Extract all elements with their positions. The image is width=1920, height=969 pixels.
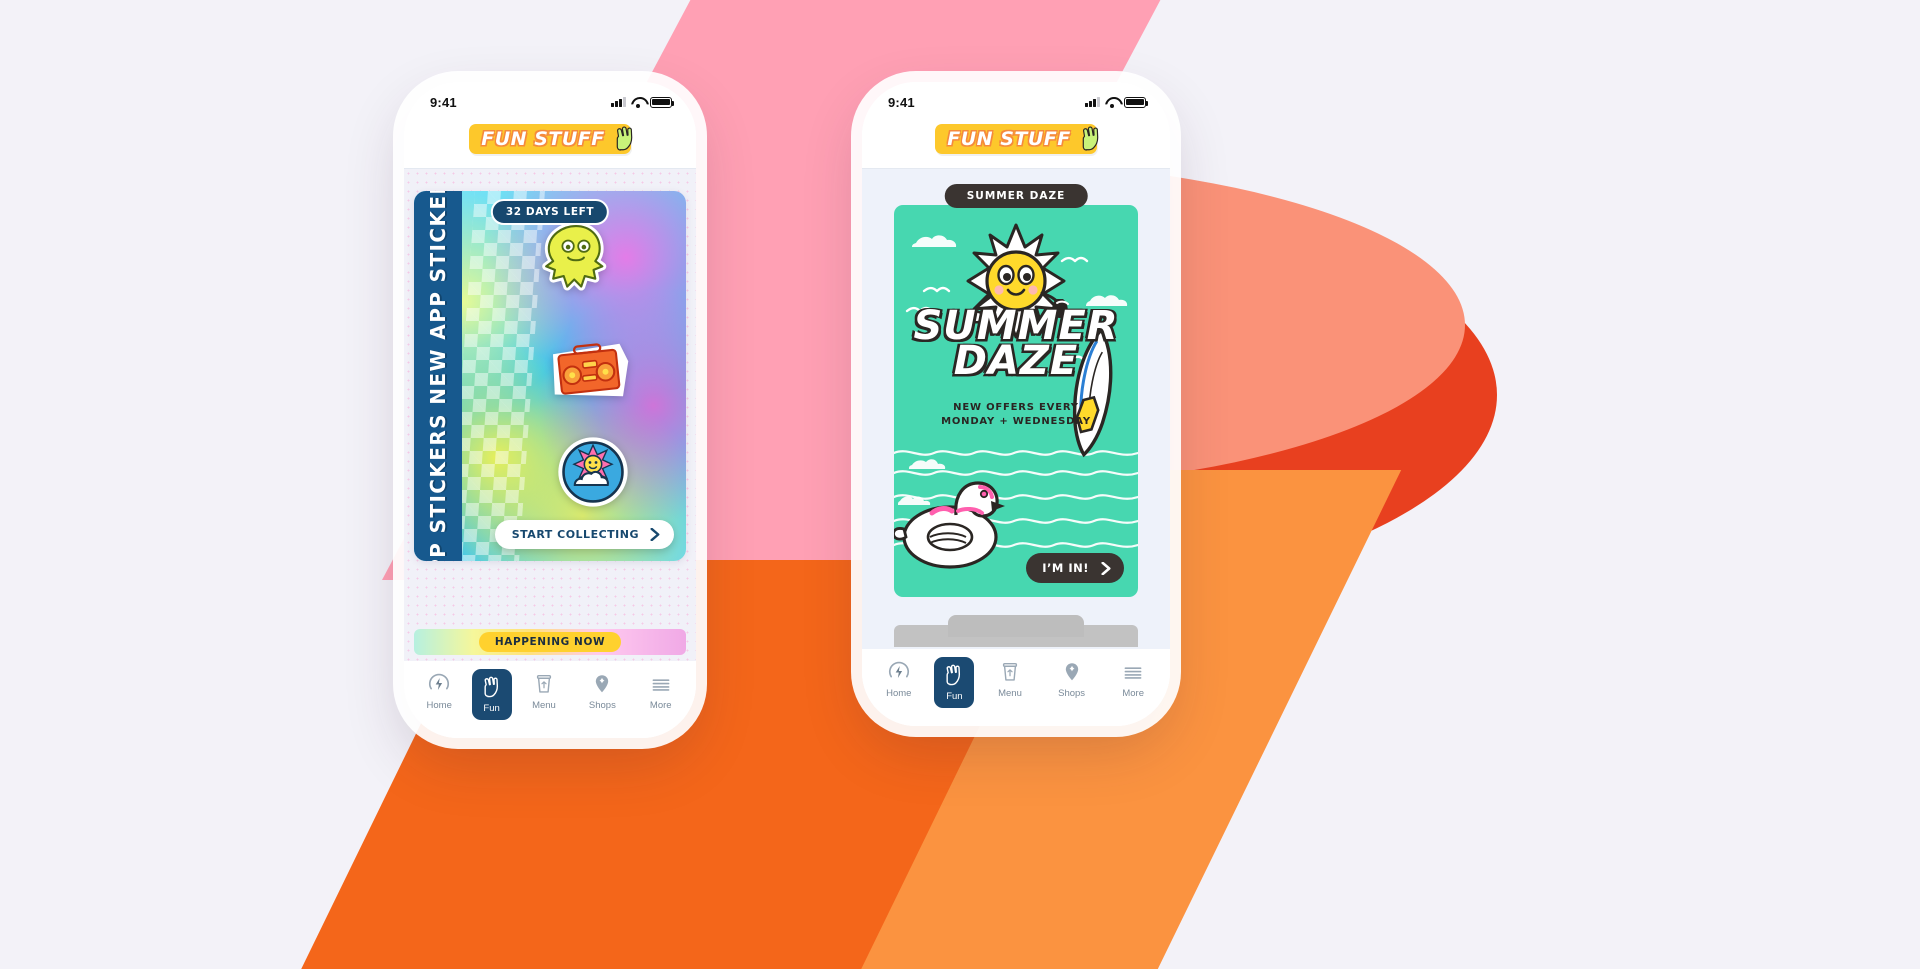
home-indicator-right — [862, 708, 1170, 726]
start-collecting-label: START COLLECTING — [511, 528, 639, 541]
days-left-badge: 32 DAYS LEFT — [490, 199, 610, 225]
happening-now-strip[interactable]: HAPPENING NOW — [414, 629, 686, 655]
tabbar-right: Home Fun Menu Shops More — [862, 649, 1170, 708]
hamburger-lines-icon — [648, 671, 674, 697]
status-time: 9:41 — [430, 94, 457, 110]
summer-daze-subtitle: NEW OFFERS EVERY MONDAY + WEDNESDAY — [894, 401, 1138, 428]
tab-shops[interactable]: Shops — [576, 669, 628, 711]
sun-cloud-sticker — [558, 437, 628, 507]
status-bar-right: 9:41 — [862, 82, 1170, 116]
tab-home[interactable]: Home — [873, 657, 925, 699]
app-header-left: FUN STUFF — [404, 116, 696, 168]
tab-home-label: Home — [426, 700, 452, 711]
tab-home-label: Home — [886, 688, 912, 699]
tab-fun-label: Fun — [483, 703, 500, 714]
chevron-right-icon — [1101, 561, 1111, 575]
logo-text: FUN STUFF — [947, 128, 1071, 150]
marquee-text: APP STICKERS NEW APP STICKERS — [426, 191, 450, 561]
tab-home[interactable]: Home — [413, 669, 465, 711]
cloud-icon — [909, 459, 946, 469]
tab-fun-label: Fun — [946, 691, 963, 702]
seagull-icon — [922, 286, 951, 293]
battery-icon — [650, 96, 675, 108]
phone-mockup-left: 9:41 FUN STUFF APP STICKERS NEW APP STIC… — [404, 82, 696, 738]
summer-daze-badge: SUMMER DAZE — [944, 184, 1088, 208]
boombox-sticker — [553, 343, 629, 397]
coffee-cup-icon — [531, 671, 557, 697]
wifi-icon — [631, 97, 645, 108]
placeholder-card-front[interactable] — [948, 615, 1084, 637]
summer-daze-subtitle-line1: NEW OFFERS EVERY — [953, 402, 1079, 413]
status-icons — [611, 96, 675, 108]
fun-stuff-logo[interactable]: FUN STUFF — [935, 124, 1099, 154]
logo-text: FUN STUFF — [481, 128, 605, 150]
tab-shops-label: Shops — [588, 700, 616, 711]
wave-icon — [894, 450, 1138, 456]
lightning-bolt-icon — [426, 671, 452, 697]
peace-hand-icon — [616, 126, 633, 151]
app-body-right: SUMMER DAZE NEW OFFERS EVERY MONDAY + WE… — [862, 169, 1170, 649]
cloud-icon — [1086, 295, 1128, 306]
status-icons — [1085, 96, 1149, 108]
tab-more[interactable]: More — [1107, 657, 1159, 699]
smiley-character-sticker — [542, 222, 607, 291]
seagull-icon — [1060, 355, 1085, 361]
tab-menu-label: Menu — [532, 700, 556, 711]
tab-more-label: More — [649, 700, 672, 711]
map-pin-icon — [1059, 659, 1085, 685]
cloud-icon — [912, 235, 957, 247]
tab-more[interactable]: More — [635, 669, 687, 711]
tabbar-left: Home Fun Menu Shops More — [404, 661, 696, 720]
tab-menu[interactable]: Menu — [518, 669, 570, 711]
peace-hand-icon — [1082, 126, 1099, 151]
app-stickers-promo-card[interactable]: APP STICKERS NEW APP STICKERS 32 DAYS LE… — [414, 191, 686, 561]
marquee-band: APP STICKERS NEW APP STICKERS — [414, 191, 462, 561]
wave-icon — [894, 494, 1138, 500]
phone-right-screen: 9:41 FUN STUFF SUMMER DAZE NEW OFFERS EV… — [862, 82, 1170, 726]
chevron-right-icon — [650, 528, 660, 541]
battery-icon — [1124, 96, 1149, 108]
tab-menu-label: Menu — [998, 688, 1022, 699]
phone-left-screen: 9:41 FUN STUFF APP STICKERS NEW APP STIC… — [404, 82, 696, 738]
cellular-signal-icon — [611, 97, 626, 107]
app-header-right: FUN STUFF — [862, 116, 1170, 168]
im-in-button[interactable]: I’M IN! — [1026, 553, 1124, 583]
app-body-left: APP STICKERS NEW APP STICKERS 32 DAYS LE… — [404, 169, 696, 661]
tab-fun[interactable]: Fun — [934, 657, 975, 708]
fun-stuff-logo[interactable]: FUN STUFF — [469, 124, 633, 154]
peace-hand-icon — [941, 662, 967, 688]
tab-fun[interactable]: Fun — [471, 669, 512, 720]
hamburger-lines-icon — [1120, 659, 1146, 685]
summer-daze-subtitle-line2: MONDAY + WEDNESDAY — [941, 415, 1091, 427]
seagull-icon — [905, 306, 934, 313]
sun-character-icon — [966, 223, 1069, 339]
cellular-signal-icon — [1085, 97, 1100, 107]
wifi-icon — [1105, 97, 1119, 108]
tab-shops[interactable]: Shops — [1046, 657, 1098, 699]
wave-icon — [894, 470, 1138, 476]
tab-more-label: More — [1122, 688, 1144, 699]
summer-daze-promo-card[interactable]: SUMMER DAZE NEW OFFERS EVERY MONDAY + WE… — [894, 205, 1138, 597]
seagull-icon — [1060, 256, 1089, 263]
coffee-cup-icon — [997, 659, 1023, 685]
start-collecting-button[interactable]: START COLLECTING — [494, 520, 674, 549]
im-in-label: I’M IN! — [1042, 561, 1089, 575]
surfboard-icon — [1072, 326, 1113, 458]
promo-stage: 9:41 FUN STUFF APP STICKERS NEW APP STIC… — [0, 0, 1920, 969]
checker-pattern — [449, 191, 545, 561]
phone-mockup-right: 9:41 FUN STUFF SUMMER DAZE NEW OFFERS EV… — [862, 82, 1170, 726]
happening-now-badge: HAPPENING NOW — [478, 632, 622, 652]
status-time: 9:41 — [888, 94, 915, 110]
tab-shops-label: Shops — [1058, 688, 1086, 699]
peace-hand-icon — [479, 674, 505, 700]
home-indicator-left — [404, 720, 696, 738]
lightning-bolt-icon — [886, 659, 912, 685]
status-bar-left: 9:41 — [404, 82, 696, 116]
map-pin-icon — [589, 671, 615, 697]
tab-menu[interactable]: Menu — [984, 657, 1036, 699]
